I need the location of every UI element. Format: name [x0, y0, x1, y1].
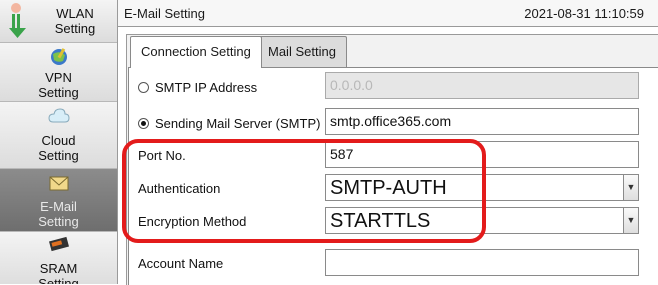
smtp-server-radio[interactable]: [138, 118, 149, 130]
port-field[interactable]: 587: [325, 141, 639, 168]
account-name-label: Account Name: [138, 256, 224, 271]
chevron-down-icon[interactable]: ▼: [623, 175, 638, 200]
smtp-ip-radio[interactable]: [138, 82, 149, 94]
sidebar-item-email[interactable]: E-Mail Setting: [0, 169, 117, 232]
sidebar-item-vpn[interactable]: VPN Setting: [0, 43, 117, 102]
authentication-select[interactable]: SMTP-AUTH ▼: [325, 174, 639, 201]
sidebar-item-label: WLAN: [56, 6, 94, 21]
sidebar-item-sram[interactable]: SRAM Setting: [0, 232, 117, 284]
sidebar-item-label: Setting: [38, 148, 79, 163]
wlan-icon: [8, 2, 30, 43]
title-bar: E-Mail Setting 2021-08-31 11:10:59: [118, 0, 658, 27]
encryption-label: Encryption Method: [138, 214, 247, 229]
smtp-ip-field: 0.0.0.0: [325, 72, 639, 99]
sram-icon: [0, 236, 117, 255]
sidebar-item-label: Setting: [38, 214, 79, 229]
smtp-ip-label: SMTP IP Address: [155, 80, 258, 95]
sidebar-item-cloud[interactable]: Cloud Setting: [0, 102, 117, 169]
account-name-field[interactable]: [325, 249, 639, 276]
smtp-server-field[interactable]: smtp.office365.com: [325, 108, 639, 135]
sidebar-item-label: VPN: [45, 70, 72, 85]
sidebar: WLAN Setting VPN Setting Cloud Setting E…: [0, 0, 118, 284]
smtp-ip-option[interactable]: SMTP IP Address: [138, 80, 257, 95]
tab-mail-setting[interactable]: Mail Setting: [257, 36, 347, 67]
chevron-down-icon[interactable]: ▼: [623, 208, 638, 233]
encryption-value: STARTTLS: [330, 210, 431, 232]
sidebar-item-label: SRAM: [39, 261, 78, 276]
sidebar-item-label: Setting: [54, 21, 96, 36]
mail-icon: [0, 174, 117, 195]
sidebar-item-label: Setting: [38, 85, 79, 100]
cloud-icon: [0, 108, 117, 127]
sidebar-item-wlan[interactable]: WLAN Setting: [0, 0, 117, 43]
sidebar-item-label: Cloud: [41, 133, 76, 148]
authentication-label: Authentication: [138, 181, 221, 196]
port-label: Port No.: [138, 148, 186, 163]
sidebar-item-label: E-Mail: [40, 199, 77, 214]
tab-connection-setting[interactable]: Connection Setting: [130, 36, 262, 68]
datetime-display: 2021-08-31 11:10:59: [524, 6, 644, 21]
authentication-value: SMTP-AUTH: [330, 177, 447, 199]
encryption-select[interactable]: STARTTLS ▼: [325, 207, 639, 234]
page-title: E-Mail Setting: [124, 6, 205, 21]
sidebar-item-label: Setting: [38, 276, 79, 284]
smtp-server-option[interactable]: Sending Mail Server (SMTP): [138, 116, 320, 131]
vpn-icon: [0, 47, 117, 70]
smtp-server-label: Sending Mail Server (SMTP): [155, 116, 321, 131]
